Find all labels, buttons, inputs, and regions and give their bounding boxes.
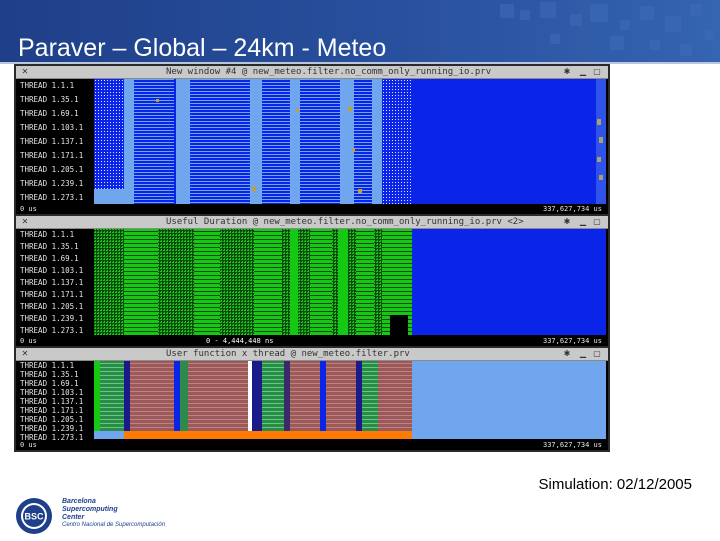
- bsc-logo: BSC Barcelona Supercomputing Center Cent…: [14, 496, 184, 536]
- maximize-icon[interactable]: ▢: [592, 67, 602, 77]
- thread-label: THREAD 1.35.1: [20, 370, 79, 379]
- thread-label: THREAD 1.205.1: [20, 302, 84, 311]
- maximize-icon[interactable]: ▢: [592, 349, 602, 359]
- thread-label: THREAD 1.137.1: [20, 397, 84, 406]
- logo-line: Barcelona: [62, 498, 96, 505]
- thread-label: THREAD 1.137.1: [20, 278, 84, 287]
- slide-header: Paraver – Global – 24km - Meteo: [0, 0, 720, 62]
- timeline-plot[interactable]: [94, 79, 606, 204]
- window-titlebar[interactable]: ✕ User function x thread @ new_meteo.fil…: [16, 348, 608, 361]
- thread-label: THREAD 1.273.1: [20, 326, 84, 335]
- logo-subtitle: Centro Nacional de Supercomputación: [62, 522, 166, 528]
- thread-label: THREAD 1.137.1: [20, 137, 84, 146]
- minimize-icon[interactable]: ▁: [578, 67, 588, 77]
- window-titlebar[interactable]: ✕ Useful Duration @ new_meteo.filter.no_…: [16, 216, 608, 229]
- timeline-plot[interactable]: [94, 361, 606, 439]
- pin-icon[interactable]: ✱: [562, 67, 572, 77]
- header-pattern: [500, 2, 715, 56]
- close-icon[interactable]: ✕: [20, 349, 30, 359]
- thread-label: THREAD 1.239.1: [20, 424, 84, 433]
- bsc-logo-letters: BSC: [24, 512, 44, 522]
- window-footer: 0 us 337,627,734 us: [16, 440, 608, 450]
- window-title: New window #4 @ new_meteo.filter.no_comm…: [166, 67, 492, 77]
- end-time: 337,627,734 us: [542, 205, 602, 213]
- paraver-screenshot: ✕ New window #4 @ new_meteo.filter.no_co…: [14, 64, 610, 452]
- window-title: User function x thread @ new_meteo.filte…: [166, 349, 410, 359]
- thread-label: THREAD 1.273.1: [20, 193, 84, 202]
- maximize-icon[interactable]: ▢: [592, 217, 602, 227]
- pin-icon[interactable]: ✱: [562, 349, 572, 359]
- start-time: 0 us: [20, 441, 37, 449]
- thread-label: THREAD 1.205.1: [20, 415, 84, 424]
- logo-text: Barcelona Supercomputing Center: [62, 498, 118, 522]
- paraver-window-useful-duration[interactable]: ✕ Useful Duration @ new_meteo.filter.no_…: [16, 216, 608, 346]
- thread-label: THREAD 1.103.1: [20, 123, 84, 132]
- thread-label: THREAD 1.35.1: [20, 242, 79, 251]
- minimize-icon[interactable]: ▁: [578, 217, 588, 227]
- start-time: 0 us: [20, 205, 37, 213]
- thread-label: THREAD 1.69.1: [20, 109, 79, 118]
- window-title: Useful Duration @ new_meteo.filter.no_co…: [166, 217, 524, 227]
- end-time: 337,627,734 us: [542, 441, 602, 449]
- thread-label: THREAD 1.171.1: [20, 151, 84, 160]
- gradient-range: 0 - 4,444,448 ns: [206, 337, 274, 345]
- paraver-window-user-function[interactable]: ✕ User function x thread @ new_meteo.fil…: [16, 348, 608, 450]
- window-footer: 0 us 337,627,734 us: [16, 204, 608, 214]
- thread-label: THREAD 1.35.1: [20, 95, 79, 104]
- thread-label: THREAD 1.69.1: [20, 254, 79, 263]
- close-icon[interactable]: ✕: [20, 217, 30, 227]
- thread-label: THREAD 1.205.1: [20, 165, 84, 174]
- minimize-icon[interactable]: ▁: [578, 349, 588, 359]
- thread-labels: THREAD 1.1.1 THREAD 1.35.1 THREAD 1.69.1…: [16, 229, 94, 335]
- thread-label: THREAD 1.69.1: [20, 379, 79, 388]
- start-time: 0 us: [20, 337, 37, 345]
- thread-label: THREAD 1.171.1: [20, 406, 84, 415]
- window-footer: 0 us 0 - 4,444,448 ns 337,627,734 us: [16, 336, 608, 346]
- simulation-date-caption: Simulation: 02/12/2005: [538, 476, 692, 493]
- pin-icon[interactable]: ✱: [562, 217, 572, 227]
- thread-label: THREAD 1.171.1: [20, 290, 84, 299]
- thread-label: THREAD 1.239.1: [20, 179, 84, 188]
- bsc-logo-mark: BSC: [16, 498, 52, 534]
- thread-label: THREAD 1.1.1: [20, 81, 75, 90]
- window-titlebar[interactable]: ✕ New window #4 @ new_meteo.filter.no_co…: [16, 66, 608, 79]
- logo-line: Center: [62, 514, 85, 521]
- logo-line: Supercomputing: [62, 506, 118, 513]
- thread-label: THREAD 1.1.1: [20, 361, 75, 370]
- thread-label: THREAD 1.239.1: [20, 314, 84, 323]
- slide-title: Paraver – Global – 24km - Meteo: [18, 34, 387, 62]
- thread-labels: THREAD 1.1.1 THREAD 1.35.1 THREAD 1.69.1…: [16, 79, 94, 204]
- thread-label: THREAD 1.1.1: [20, 230, 75, 239]
- thread-labels: THREAD 1.1.1 THREAD 1.35.1 THREAD 1.69.1…: [16, 361, 94, 442]
- end-time: 337,627,734 us: [542, 337, 602, 345]
- paraver-window-states[interactable]: ✕ New window #4 @ new_meteo.filter.no_co…: [16, 66, 608, 214]
- close-icon[interactable]: ✕: [20, 67, 30, 77]
- thread-label: THREAD 1.103.1: [20, 266, 84, 275]
- timeline-plot[interactable]: [94, 229, 606, 335]
- thread-label: THREAD 1.103.1: [20, 388, 84, 397]
